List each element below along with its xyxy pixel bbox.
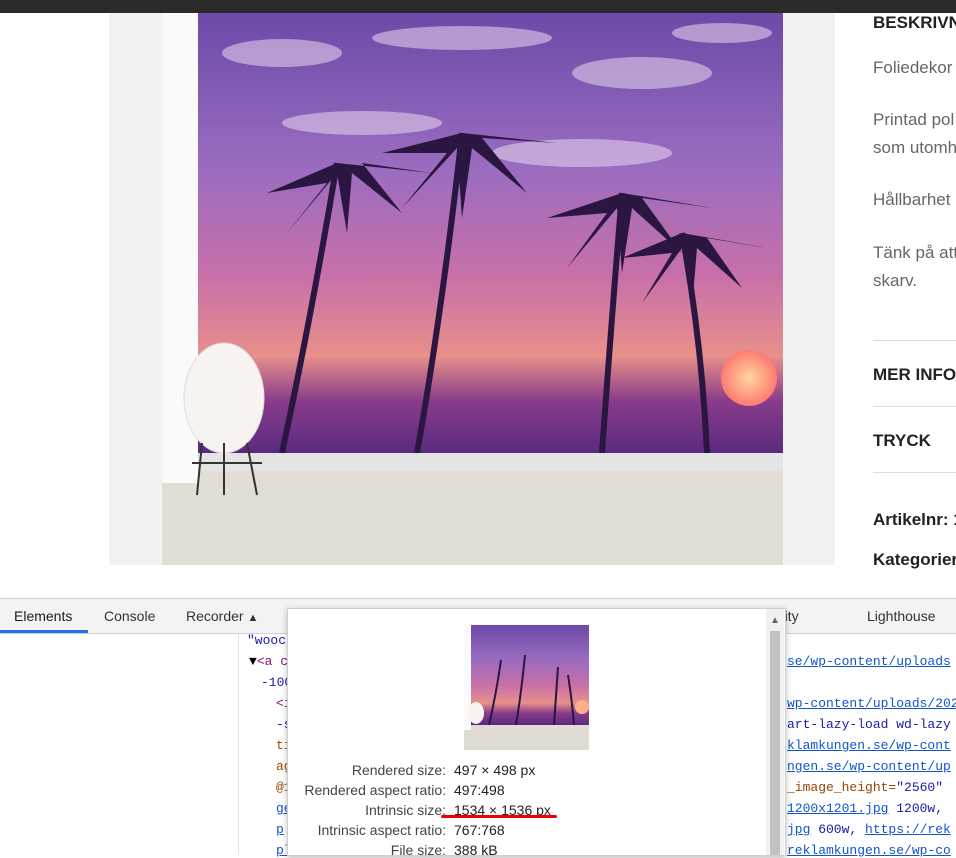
tab-recorder-label: Recorder: [186, 608, 244, 624]
scroll-up-icon[interactable]: ▲: [770, 615, 780, 626]
dom-node-anchor[interactable]: ▼<a c: [249, 654, 288, 669]
intrinsic-ratio-label: Intrinsic aspect ratio:: [317, 822, 446, 838]
dom-text-node[interactable]: "wooc: [247, 633, 286, 648]
tab-recorder[interactable]: Recorder ▲: [186, 608, 258, 624]
tooltip-scrollbar[interactable]: ▲: [766, 609, 784, 855]
image-info-tooltip: Rendered size: 497 × 498 px Rendered asp…: [287, 608, 786, 858]
intrinsic-size-label: Intrinsic size:: [365, 802, 446, 818]
rendered-ratio-value: 497:498: [454, 782, 505, 798]
description-text-2b: som utomh: [873, 138, 956, 157]
dom-attr-link[interactable]: ngen.se/wp-content/up: [787, 759, 951, 774]
dom-attr-line: _image_height="2560": [787, 780, 944, 795]
print-heading[interactable]: TRYCK: [873, 431, 931, 451]
product-image[interactable]: [162, 13, 783, 565]
dom-attr-value: art-lazy-load wd-lazy: [787, 717, 951, 732]
product-description-panel: BESKRIVNING Foliedekor Printad pol som u…: [873, 13, 956, 588]
description-heading[interactable]: BESKRIVNING: [873, 13, 956, 33]
active-tab-indicator: [0, 630, 88, 633]
divider: [873, 472, 956, 473]
dom-attr-line: jpg 600w, https://rek: [787, 822, 951, 837]
description-text-1: Foliedekor: [873, 58, 953, 77]
description-text-2a: Printad pol: [873, 110, 955, 129]
dom-attr-link[interactable]: reklamkungen.se/wp-co: [787, 843, 951, 858]
browser-top-bar: [0, 0, 956, 13]
scroll-thumb[interactable]: [770, 631, 780, 855]
tab-elements[interactable]: Elements: [14, 608, 72, 624]
more-info-heading[interactable]: MER INFO: [873, 365, 956, 385]
dom-attr-link[interactable]: p: [276, 822, 284, 837]
red-annotation-underline: [441, 815, 557, 818]
tree-guide-line: [238, 634, 239, 855]
description-text-3: Hållbarhet: [873, 190, 951, 209]
dom-attr-link[interactable]: se/wp-content/uploads: [787, 654, 951, 669]
dom-attr-link[interactable]: klamkungen.se/wp-cont: [787, 738, 951, 753]
rendered-size-label: Rendered size:: [351, 762, 446, 778]
dom-attr-line: 1200x1201.jpg 1200w,: [787, 801, 944, 816]
description-text-4b: skarv.: [873, 271, 918, 290]
divider: [873, 340, 956, 341]
divider: [873, 406, 956, 407]
rendered-ratio-label: Rendered aspect ratio:: [304, 782, 446, 798]
tab-lighthouse[interactable]: Lighthouse: [867, 608, 936, 624]
tab-console[interactable]: Console: [104, 608, 155, 624]
file-size-value: 388 kB: [454, 842, 498, 858]
intrinsic-ratio-value: 767:768: [454, 822, 505, 838]
file-size-label: File size:: [390, 842, 446, 858]
description-text-4a: Tänk på att: [873, 243, 956, 262]
rendered-size-value: 497 × 498 px: [454, 762, 536, 778]
tab-security[interactable]: Security: [786, 608, 799, 624]
expand-arrow-icon[interactable]: ▼: [249, 654, 257, 669]
image-thumbnail: [464, 625, 589, 750]
categories: Kategorier: [873, 550, 956, 569]
article-number: Artikelnr: 1: [873, 510, 956, 529]
flask-icon: ▲: [247, 612, 259, 624]
dom-attr-link[interactable]: wp-content/uploads/202: [787, 696, 956, 711]
